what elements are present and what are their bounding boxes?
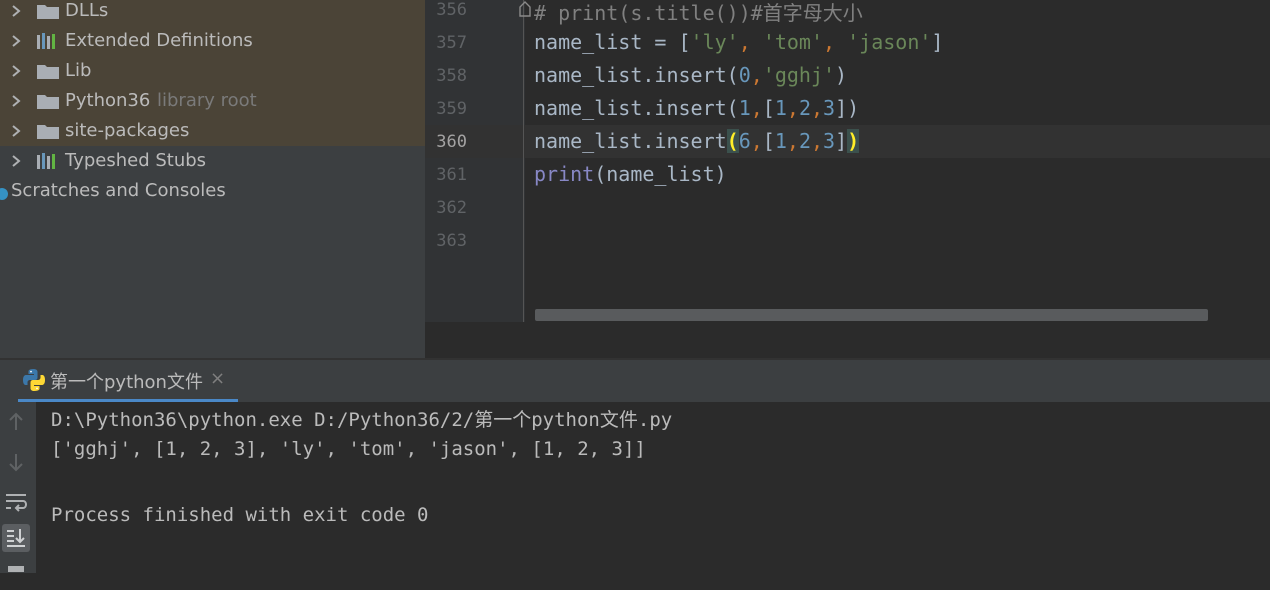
code-token: 'gghj': [762, 63, 836, 87]
code-token: ]: [931, 30, 944, 54]
horizontal-scrollbar[interactable]: [535, 309, 1208, 321]
console-line: Process finished with exit code 0: [51, 504, 429, 526]
code-token: name_list = [: [534, 30, 691, 54]
code-line[interactable]: name_list.insert(6,[1,2,3]): [534, 129, 860, 153]
tree-item-label: Extended Definitions: [65, 30, 253, 51]
chevron-right-icon[interactable]: [9, 4, 23, 18]
tree-item-label: DLLs: [65, 0, 109, 21]
project-tree: DLLs Extended Definitions Lib Python36 l…: [0, 0, 425, 358]
line-number-current: 360: [436, 132, 467, 152]
tree-item-lib[interactable]: Lib: [0, 56, 425, 86]
code-token: name_list.insert: [534, 129, 727, 153]
console-line: D:\Python36\python.exe D:/Python36/2/第一个…: [51, 409, 673, 431]
code-line[interactable]: name_list.insert(1,[1,2,3]): [534, 96, 859, 120]
code-token: name_list.insert(: [534, 96, 739, 120]
code-token: print: [534, 162, 595, 186]
line-number: 357: [436, 33, 467, 53]
chevron-right-icon[interactable]: [9, 64, 23, 78]
code-token: 1: [774, 96, 787, 120]
chevron-right-icon[interactable]: [9, 124, 23, 138]
code-token: ,: [810, 129, 824, 153]
library-icon: [37, 33, 55, 49]
library-root-hint: library root: [157, 90, 257, 111]
up-arrow-icon[interactable]: [2, 408, 30, 436]
code-token: 0: [738, 63, 751, 87]
chevron-right-icon[interactable]: [9, 34, 23, 48]
tree-item-dlls[interactable]: DLLs: [0, 0, 425, 26]
folder-icon: [37, 65, 59, 79]
run-toolbar: [0, 402, 36, 573]
line-number: 359: [436, 99, 467, 119]
code-token: 3: [823, 129, 836, 153]
down-arrow-icon[interactable]: [2, 448, 30, 476]
line-number: 362: [436, 198, 467, 218]
line-number: 356: [436, 0, 467, 20]
code-token: ,: [750, 96, 763, 120]
code-token: name_list.insert(: [534, 63, 739, 87]
code-token: (name_list): [594, 162, 727, 186]
code-token: 'jason': [847, 30, 932, 54]
tree-item-scratches-and-consoles[interactable]: Scratches and Consoles: [0, 176, 425, 206]
gutter-separator: [523, 0, 524, 322]
tree-item-typeshed-stubs[interactable]: Typeshed Stubs: [0, 146, 425, 176]
scroll-to-end-icon[interactable]: [2, 524, 30, 552]
run-tool-window-header: 第一个python文件 ×: [0, 360, 1270, 402]
python-icon: [23, 369, 45, 391]
code-token: ,: [823, 30, 848, 54]
code-token: ,: [738, 30, 763, 54]
code-token: 1: [738, 96, 751, 120]
code-editor[interactable]: 356 357 358 359 360 361 362 363 # print(…: [425, 0, 1270, 358]
soft-wrap-icon[interactable]: [2, 488, 30, 516]
print-icon[interactable]: [2, 562, 30, 590]
code-token: [: [762, 129, 775, 153]
tree-item-label: Python36: [65, 90, 151, 111]
console-line: ['gghj', [1, 2, 3], 'ly', 'tom', 'jason'…: [51, 438, 646, 460]
tree-item-site-packages[interactable]: site-packages: [0, 116, 425, 146]
code-line[interactable]: name_list = ['ly', 'tom', 'jason']: [534, 30, 943, 54]
code-token: ): [835, 63, 848, 87]
code-token: [: [762, 96, 775, 120]
code-token: 'tom': [762, 30, 824, 54]
code-token: 'ly': [690, 30, 739, 54]
tree-item-label: site-packages: [65, 120, 190, 141]
code-token: 2: [798, 96, 811, 120]
code-token: ,: [750, 63, 763, 87]
code-token: ]: [835, 129, 848, 153]
close-icon[interactable]: ×: [210, 368, 225, 389]
tree-item-label: Scratches and Consoles: [11, 180, 226, 201]
code-token: ]): [835, 96, 860, 120]
console-output[interactable]: D:\Python36\python.exe D:/Python36/2/第一个…: [36, 402, 1270, 573]
code-token: 2: [798, 129, 811, 153]
scratches-icon: [0, 188, 8, 200]
tree-item-label: Typeshed Stubs: [65, 150, 207, 171]
code-token: ): [847, 129, 860, 153]
folder-icon: [37, 5, 59, 19]
code-token: 6: [738, 129, 751, 153]
tree-item-extended-definitions[interactable]: Extended Definitions: [0, 26, 425, 56]
code-token: ,: [810, 96, 824, 120]
code-token: (: [726, 129, 739, 153]
tree-item-label: Lib: [65, 60, 92, 81]
code-token: # print(s.title())#首字母大小: [534, 1, 863, 25]
line-number: 361: [436, 165, 467, 185]
folder-icon: [37, 125, 59, 139]
code-token: ,: [750, 129, 763, 153]
code-line[interactable]: # print(s.title())#首字母大小: [534, 0, 863, 26]
fold-marker-icon[interactable]: [518, 1, 532, 17]
run-tab-label: 第一个python文件: [50, 372, 203, 393]
library-icon: [37, 153, 55, 169]
chevron-right-icon[interactable]: [9, 94, 23, 108]
code-token: 1: [774, 129, 787, 153]
tree-item-python36[interactable]: Python36 library root: [0, 86, 425, 116]
chevron-right-icon[interactable]: [9, 154, 23, 168]
code-line[interactable]: name_list.insert(0,'gghj'): [534, 63, 847, 87]
code-token: ,: [786, 129, 799, 153]
line-number: 363: [436, 231, 467, 251]
code-token: ,: [786, 96, 799, 120]
line-number: 358: [436, 66, 467, 86]
code-token: 3: [823, 96, 836, 120]
code-line[interactable]: print(name_list): [534, 162, 727, 186]
folder-icon: [37, 95, 59, 109]
editor-footer: [425, 322, 1270, 358]
